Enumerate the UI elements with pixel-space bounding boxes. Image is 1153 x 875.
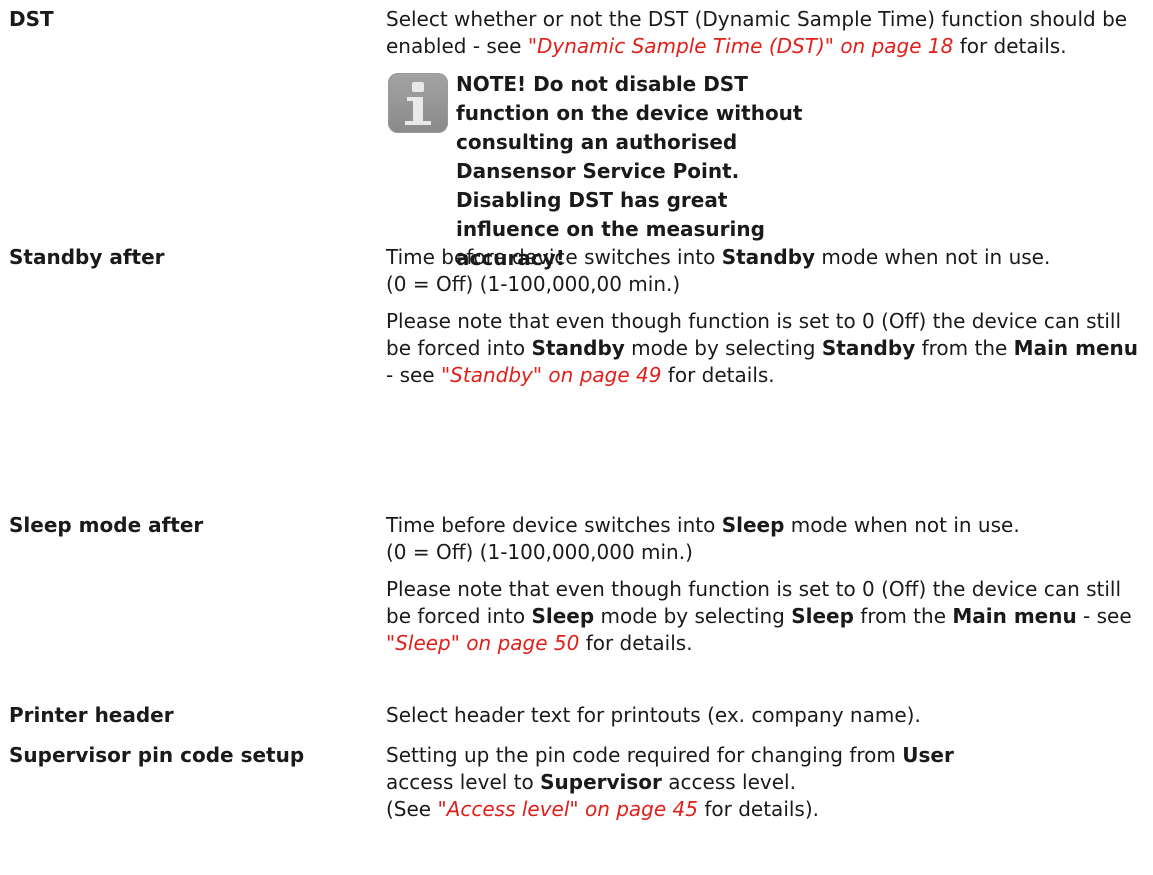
note-box: NOTE! Do not disable DST function on the… — [386, 70, 1146, 270]
link-sleep[interactable]: "Sleep" on page 50 — [386, 631, 579, 655]
info-icon — [388, 73, 448, 133]
desc-printer-p1: Select header text for printouts (ex. co… — [386, 703, 921, 727]
term-supervisor-pin: Supervisor pin code setup — [9, 743, 305, 767]
text-segment: from the — [853, 604, 953, 628]
text-segment: Time before device switches into — [386, 513, 722, 537]
bold-term: Standby — [821, 336, 916, 360]
desc-supervisor-p1: Setting up the pin code required for cha… — [386, 742, 1146, 823]
bold-term: User — [902, 743, 954, 767]
desc-sleep-p2: Please note that even though function is… — [386, 576, 1146, 657]
text-segment: mode when not in use. — [815, 245, 1051, 269]
text-segment: - see — [1076, 604, 1132, 628]
text-segment: for details. — [579, 631, 693, 655]
bold-term: Sleep — [791, 604, 854, 628]
text-segment: access level to — [386, 770, 541, 794]
bold-term: Sleep — [721, 513, 785, 537]
desc-sleep-mode-after: Time before device switches into Sleep m… — [386, 512, 1146, 667]
link-dynamic-sample-time[interactable]: "Dynamic Sample Time (DST)" on page 18 — [528, 34, 954, 58]
term-printer-header: Printer header — [9, 703, 174, 727]
text-segment: for details). — [698, 797, 820, 821]
desc-standby-after: Time before device switches into Standby… — [386, 244, 1146, 399]
bold-term: Standby — [721, 245, 816, 269]
bold-term: Main menu — [952, 604, 1077, 628]
text-segment: for details. — [661, 363, 775, 387]
text-segment: mode by selecting — [594, 604, 792, 628]
desc-dst-text: Select whether or not the DST (Dynamic S… — [386, 6, 1146, 60]
text-segment: - see — [386, 363, 441, 387]
text-segment: for details. — [953, 34, 1067, 58]
desc-supervisor-pin: Setting up the pin code required for cha… — [386, 742, 1146, 833]
text-segment: from the — [915, 336, 1014, 360]
desc-standby-p2: Please note that even though function is… — [386, 308, 1146, 389]
term-dst: DST — [9, 7, 54, 31]
desc-printer-header: Select header text for printouts (ex. co… — [386, 702, 1146, 739]
text-segment: mode by selecting — [624, 336, 822, 360]
term-sleep-mode-after: Sleep mode after — [9, 513, 204, 537]
desc-standby-p1: Time before device switches into Standby… — [386, 244, 1146, 298]
desc-dst: Select whether or not the DST (Dynamic S… — [386, 6, 1146, 270]
desc-sleep-p1: Time before device switches into Sleep m… — [386, 512, 1146, 566]
link-standby[interactable]: "Standby" on page 49 — [441, 363, 661, 387]
text-segment: access level. — [661, 770, 796, 794]
range-text: (0 = Off) (1-100,000,000 min.) — [386, 540, 693, 564]
bold-term: Sleep — [531, 604, 595, 628]
bold-term: Standby — [531, 336, 625, 360]
term-standby-after: Standby after — [9, 245, 165, 269]
note-text: NOTE! Do not disable DST function on the… — [456, 72, 803, 270]
text-segment: (See — [386, 797, 438, 821]
text-segment: Time before device switches into — [386, 245, 722, 269]
bold-term: Supervisor — [540, 770, 662, 794]
bold-term: Main menu — [1013, 336, 1139, 360]
text-segment: Setting up the pin code required for cha… — [386, 743, 903, 767]
range-text: (0 = Off) (1-100,000,00 min.) — [386, 272, 681, 296]
text-segment: mode when not in use. — [784, 513, 1020, 537]
link-access-level[interactable]: "Access level" on page 45 — [437, 797, 698, 821]
